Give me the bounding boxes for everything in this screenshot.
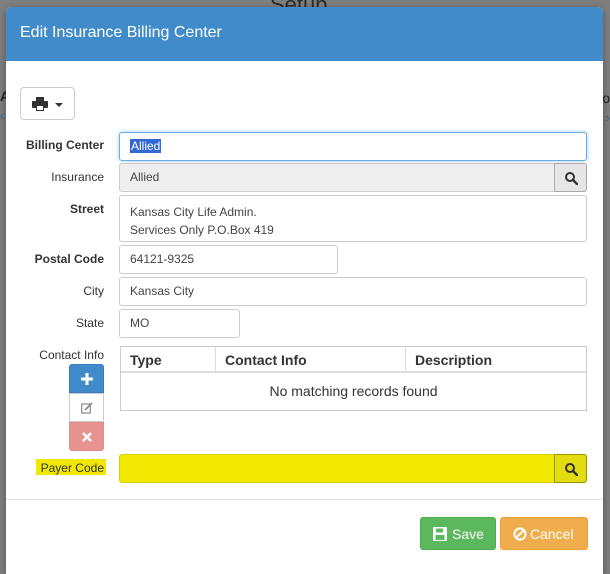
save-button[interactable]: Save xyxy=(420,517,496,550)
insurance-input[interactable]: Allied xyxy=(119,163,555,192)
street-line-1: Kansas City Life Admin. xyxy=(130,205,257,219)
background-fragment: › xyxy=(605,110,610,125)
cancel-button[interactable]: Cancel xyxy=(500,517,588,550)
search-icon xyxy=(565,463,578,476)
background-fragment: o xyxy=(602,90,610,106)
print-dropdown-button[interactable] xyxy=(20,87,75,120)
contact-info-table: Type Contact Info Description No matchin… xyxy=(120,346,587,411)
search-icon xyxy=(565,172,578,185)
street-label: Street xyxy=(69,202,104,216)
insurance-search-button[interactable] xyxy=(554,163,587,192)
plus-icon xyxy=(81,373,93,385)
caret-down-icon xyxy=(55,103,63,107)
edit-icon xyxy=(81,402,93,414)
insurance-label: Insurance xyxy=(51,170,104,184)
floppy-icon xyxy=(433,527,447,541)
modal-title: Edit Insurance Billing Center xyxy=(20,24,222,41)
billing-center-input[interactable]: Allied xyxy=(119,132,587,161)
column-header-type[interactable]: Type xyxy=(121,347,216,373)
print-icon xyxy=(32,97,48,111)
state-input[interactable]: MO xyxy=(119,309,240,338)
delete-contact-button[interactable] xyxy=(69,422,104,451)
column-header-contact-info[interactable]: Contact Info xyxy=(216,347,406,373)
street-textarea[interactable]: Kansas City Life Admin. Services Only P.… xyxy=(119,195,587,242)
empty-table-message: No matching records found xyxy=(269,383,438,399)
times-icon xyxy=(82,432,92,442)
payer-code-input[interactable] xyxy=(119,454,555,483)
city-input[interactable]: Kansas City xyxy=(119,277,587,306)
modal-header: Edit Insurance Billing Center xyxy=(6,7,603,61)
payer-code-search-button[interactable] xyxy=(554,454,587,483)
postal-code-label: Postal Code xyxy=(34,252,104,266)
billing-center-label: Billing Center xyxy=(25,138,104,152)
contact-info-label: Contact Info xyxy=(39,348,104,362)
cancel-button-label: Cancel xyxy=(530,526,574,542)
save-button-label: Save xyxy=(452,526,484,542)
modal-footer-divider xyxy=(6,499,603,500)
state-label: State xyxy=(75,316,104,330)
payer-code-label: Payer Code xyxy=(40,461,104,475)
add-contact-button[interactable] xyxy=(69,364,104,393)
edit-contact-button[interactable] xyxy=(69,393,104,422)
background-fragment: ‹ xyxy=(0,108,5,123)
column-header-description[interactable]: Description xyxy=(406,347,586,373)
city-label: City xyxy=(83,284,104,298)
edit-billing-center-modal: Edit Insurance Billing Center Billing Ce… xyxy=(6,7,603,574)
postal-code-input[interactable]: 64121-9325 xyxy=(119,245,338,274)
ban-icon xyxy=(513,527,527,541)
street-line-2: Services Only P.O.Box 419 xyxy=(130,223,274,237)
